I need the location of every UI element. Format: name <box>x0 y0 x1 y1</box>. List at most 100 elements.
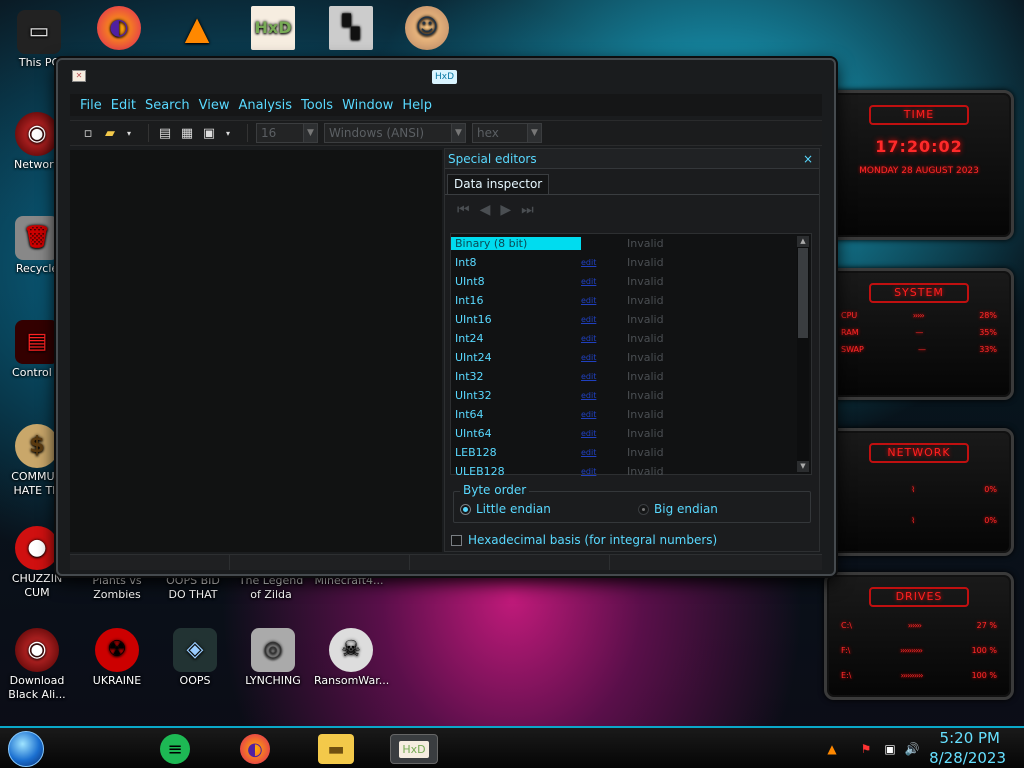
desktop-icon-firefox[interactable]: ◐ <box>82 6 156 52</box>
inspector-row[interactable]: ULEB128 edit Invalid <box>451 462 811 481</box>
network-tray-icon[interactable]: ▣ <box>882 742 898 756</box>
inspector-row[interactable]: UInt8 edit Invalid <box>451 272 811 291</box>
desktop-icon-oops[interactable]: ◈ OOPS <box>158 628 232 688</box>
chevron-down-icon: ▼ <box>451 124 465 142</box>
network-icon: ◉ <box>15 112 59 156</box>
desktop-icon-hxd[interactable]: HxD <box>236 6 310 52</box>
open-folder-icon[interactable]: ▰ <box>102 125 118 141</box>
record-navigation: ⏮ ◀ ▶ ⏭ <box>445 195 819 225</box>
desktop-icon-vlc[interactable]: ▲ <box>160 6 234 52</box>
desktop-icon-legend-of-zilda[interactable]: The Legend of Zilda <box>234 574 308 602</box>
taskbar-date[interactable]: 8/28/2023 <box>929 749 1006 767</box>
inspector-row[interactable]: UInt24 edit Invalid <box>451 348 811 367</box>
hxd-taskbar-button[interactable]: HxD <box>390 734 438 764</box>
inspector-row[interactable]: Int64 edit Invalid <box>451 405 811 424</box>
big-endian-radio[interactable]: Big endian <box>638 502 718 516</box>
inspector-row[interactable]: Int16 edit Invalid <box>451 291 811 310</box>
user-icon: ☺ <box>405 6 449 50</box>
little-endian-radio[interactable]: Little endian <box>460 502 551 516</box>
hxd-app-icon[interactable]: ✕ <box>72 70 86 82</box>
bytes-per-row-select[interactable]: 16 ▼ <box>256 123 318 143</box>
open-ram-icon[interactable]: ▦ <box>179 125 195 141</box>
taskbar-time[interactable]: 5:20 PM <box>940 729 1000 747</box>
file-explorer-icon[interactable]: ▬ <box>318 734 354 764</box>
spotify-icon[interactable]: ≡ <box>160 734 190 764</box>
menu-file[interactable]: File <box>80 98 102 113</box>
dropdown-icon[interactable]: ▾ <box>124 125 134 141</box>
inspector-row[interactable]: Int8 edit Invalid <box>451 253 811 272</box>
menu-tools[interactable]: Tools <box>301 98 333 113</box>
inspector-row[interactable]: Int24 edit Invalid <box>451 329 811 348</box>
desktop-icon-label: The Legend of Zilda <box>238 574 304 601</box>
dropdown-icon[interactable]: ▾ <box>223 125 233 141</box>
control-panel-icon: ▤ <box>15 320 59 364</box>
hex-editor-area[interactable] <box>70 150 442 552</box>
desktop-icon-ukraine[interactable]: ☢ UKRAINE <box>80 628 154 688</box>
last-record-icon[interactable]: ⏭ <box>521 202 534 218</box>
charset-select[interactable]: Windows (ANSI) ▼ <box>324 123 466 143</box>
radiation-icon: ☢ <box>95 628 139 672</box>
hex-basis-checkbox[interactable]: Hexadecimal basis (for integral numbers) <box>451 533 717 547</box>
desktop-icon-ransomware[interactable]: ☠ RansomWar... <box>314 628 389 688</box>
next-record-icon[interactable]: ▶ <box>500 202 511 218</box>
volume-icon[interactable]: 🔊 <box>904 742 920 756</box>
title-bar[interactable]: ✕ HxD <box>58 60 834 88</box>
inspector-row[interactable]: Int32 edit Invalid <box>451 367 811 386</box>
inspector-row[interactable]: LEB128 edit Invalid <box>451 443 811 462</box>
scrollbar-thumb[interactable] <box>798 248 808 338</box>
menu-bar: File Edit Search View Analysis Tools Win… <box>70 94 822 116</box>
desktop-icon-user[interactable]: ☺ <box>390 6 464 52</box>
inspector-scrollbar[interactable]: ▲ ▼ <box>797 236 809 472</box>
byte-order-legend: Byte order <box>460 483 530 497</box>
panel-header: Special editors × <box>445 149 819 169</box>
rope-icon: ◎ <box>251 628 295 672</box>
previous-record-icon[interactable]: ◀ <box>480 202 491 218</box>
money-bag-icon: $ <box>15 424 59 468</box>
desktop-icon-app[interactable]: ▚ <box>314 6 388 52</box>
vlc-tray-icon[interactable]: ▲ <box>824 742 840 756</box>
inspector-row[interactable]: UInt64 edit Invalid <box>451 424 811 443</box>
menu-analysis[interactable]: Analysis <box>238 98 292 113</box>
new-file-icon[interactable]: ▫ <box>80 125 96 141</box>
time-gadget: TIME 17:20:02 MONDAY 28 AUGUST 2023 <box>824 90 1014 240</box>
drives-gadget-title: DRIVES <box>869 587 969 607</box>
menu-edit[interactable]: Edit <box>111 98 136 113</box>
scroll-up-icon[interactable]: ▲ <box>797 236 809 247</box>
panel-title: Special editors <box>448 151 537 166</box>
app-icon: ▚ <box>329 6 373 50</box>
menu-help[interactable]: Help <box>402 98 432 113</box>
desktop-icon-oops-bid[interactable]: OOPS BID DO THAT <box>156 574 230 602</box>
menu-view[interactable]: View <box>199 98 230 113</box>
firefox-icon[interactable]: ◐ <box>240 734 270 764</box>
hxd-window: ✕ HxD File Edit Search View Analysis Too… <box>56 58 836 576</box>
radio-unchecked-icon <box>638 503 649 515</box>
data-inspector-grid: Binary (8 bit) Invalid Int8 edit Invalid… <box>450 233 812 478</box>
desktop-icon-lynching[interactable]: ◎ LYNCHING <box>236 628 310 688</box>
desktop-icon-plants-vs-zombies[interactable]: Plants vs Zombies <box>80 574 154 602</box>
checkbox-icon <box>451 534 462 546</box>
network-gadget: NETWORK ⌇ 0% ⌇ 0% <box>824 428 1014 556</box>
start-button[interactable] <box>8 731 44 767</box>
inspector-row[interactable]: Binary (8 bit) Invalid <box>451 234 811 253</box>
menu-search[interactable]: Search <box>145 98 190 113</box>
first-record-icon[interactable]: ⏮ <box>457 202 470 218</box>
save-icon[interactable]: ▣ <box>201 125 217 141</box>
flag-tray-icon[interactable]: ⚑ <box>858 742 874 756</box>
scroll-down-icon[interactable]: ▼ <box>797 461 809 472</box>
desktop-icon-download-black[interactable]: ◉ Download Black Ali... <box>0 628 74 702</box>
desktop-icon-label: LYNCHING <box>245 674 301 687</box>
desktop-icon-minecraft[interactable]: Minecraft4... <box>312 574 386 588</box>
close-icon[interactable]: × <box>803 152 813 166</box>
chuzzle-icon: ● <box>15 526 59 570</box>
status-bar <box>70 554 822 570</box>
gadget-row: E:\ ›››››››››› 100 % <box>841 671 997 680</box>
open-disk-icon[interactable]: ▤ <box>157 125 173 141</box>
tab-data-inspector[interactable]: Data inspector <box>447 174 550 194</box>
computer-icon: ▭ <box>17 10 61 54</box>
inspector-row[interactable]: UInt16 edit Invalid <box>451 310 811 329</box>
gadget-row: ⌇ 0% <box>911 516 997 525</box>
inspector-row[interactable]: UInt32 edit Invalid <box>451 386 811 405</box>
menu-window[interactable]: Window <box>342 98 393 113</box>
offset-base-select[interactable]: hex ▼ <box>472 123 542 143</box>
firefox-icon: ◐ <box>97 6 141 50</box>
